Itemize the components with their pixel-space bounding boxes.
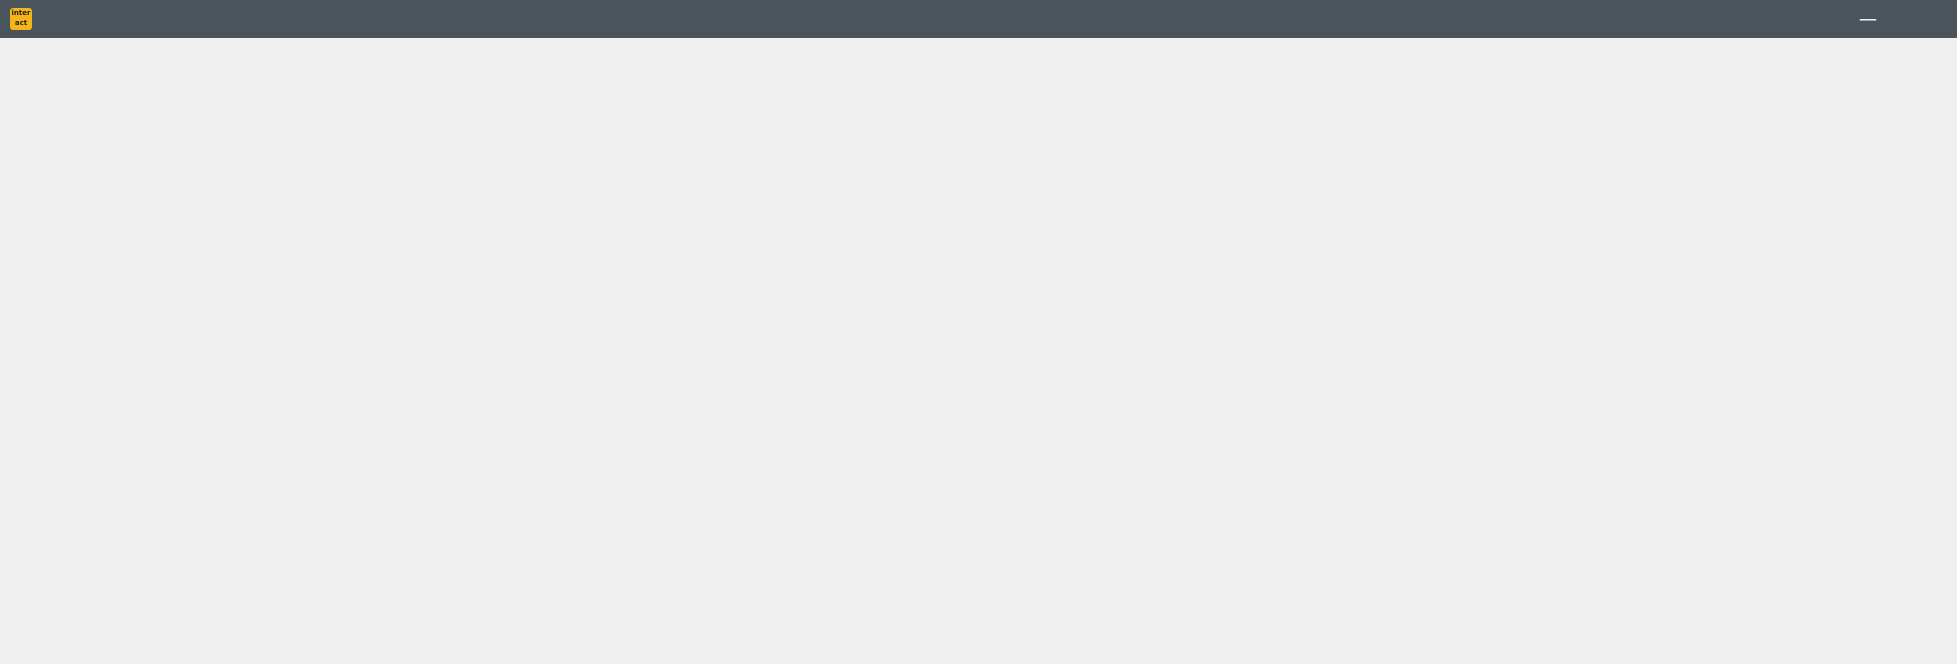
title-bar: inter act — (0, 0, 1957, 38)
minimize-icon[interactable]: — (1843, 0, 1893, 38)
app-logo-icon: inter act (10, 8, 32, 30)
